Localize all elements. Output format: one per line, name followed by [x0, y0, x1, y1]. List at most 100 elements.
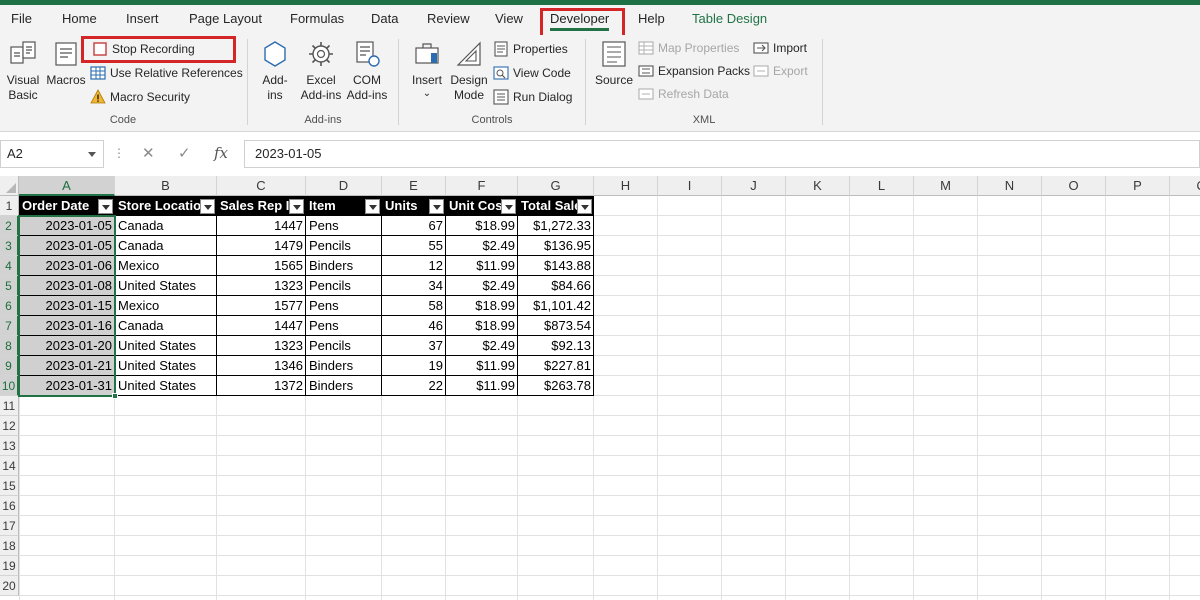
view-code-button[interactable]: View Code: [493, 63, 571, 83]
table-cell[interactable]: $873.54: [518, 316, 594, 336]
row-header-18[interactable]: 18: [0, 536, 19, 556]
xml-import-button[interactable]: Import: [753, 38, 807, 58]
table-cell[interactable]: $11.99: [446, 256, 518, 276]
column-header-l[interactable]: L: [850, 176, 914, 196]
table-cell[interactable]: 55: [382, 236, 446, 256]
table-cell[interactable]: 2023-01-20: [19, 336, 115, 356]
tab-formulas[interactable]: Formulas: [290, 5, 344, 35]
column-header-m[interactable]: M: [914, 176, 978, 196]
filter-dropdown-icon[interactable]: [501, 199, 516, 214]
table-cell[interactable]: Canada: [115, 236, 217, 256]
macro-security-button[interactable]: Macro Security: [90, 87, 190, 107]
name-box[interactable]: A2: [0, 140, 104, 168]
run-dialog-button[interactable]: Run Dialog: [493, 87, 572, 107]
add-ins-button[interactable]: Add- ins: [256, 39, 294, 103]
com-add-ins-button[interactable]: COM Add-ins: [345, 39, 389, 103]
enter-icon[interactable]: ✓: [178, 144, 191, 162]
row-header-5[interactable]: 5: [0, 276, 19, 296]
table-cell[interactable]: Pencils: [306, 276, 382, 296]
macros-button[interactable]: Macros: [45, 39, 87, 88]
table-cell[interactable]: Pencils: [306, 236, 382, 256]
column-header-c[interactable]: C: [217, 176, 306, 196]
filter-dropdown-icon[interactable]: [98, 199, 113, 214]
column-header-e[interactable]: E: [382, 176, 446, 196]
table-cell[interactable]: $143.88: [518, 256, 594, 276]
row-header-13[interactable]: 13: [0, 436, 19, 456]
table-cell[interactable]: $227.81: [518, 356, 594, 376]
table-cell[interactable]: Pens: [306, 216, 382, 236]
table-cell[interactable]: 2023-01-08: [19, 276, 115, 296]
column-header-g[interactable]: G: [518, 176, 594, 196]
map-properties-button[interactable]: Map Properties: [638, 38, 739, 58]
column-header-b[interactable]: B: [115, 176, 217, 196]
filter-dropdown-icon[interactable]: [577, 199, 592, 214]
tab-review[interactable]: Review: [427, 5, 470, 35]
insert-control-button[interactable]: Insert ⌄: [408, 39, 446, 100]
filter-dropdown-icon[interactable]: [200, 199, 215, 214]
table-cell[interactable]: 37: [382, 336, 446, 356]
table-cell[interactable]: $18.99: [446, 216, 518, 236]
table-cell[interactable]: Binders: [306, 376, 382, 396]
table-cell[interactable]: Canada: [115, 216, 217, 236]
table-cell[interactable]: $136.95: [518, 236, 594, 256]
table-cell[interactable]: United States: [115, 376, 217, 396]
tab-file[interactable]: File: [11, 5, 32, 35]
table-cell[interactable]: 2023-01-31: [19, 376, 115, 396]
table-cell[interactable]: $18.99: [446, 316, 518, 336]
insert-function-icon[interactable]: fx: [214, 144, 228, 162]
table-cell[interactable]: Pencils: [306, 336, 382, 356]
table-cell[interactable]: Pens: [306, 316, 382, 336]
row-header-16[interactable]: 16: [0, 496, 19, 516]
table-cell[interactable]: $92.13: [518, 336, 594, 356]
table-cell[interactable]: United States: [115, 336, 217, 356]
column-header-f[interactable]: F: [446, 176, 518, 196]
row-header-17[interactable]: 17: [0, 516, 19, 536]
refresh-data-button[interactable]: Refresh Data: [638, 84, 729, 104]
table-cell[interactable]: 1479: [217, 236, 306, 256]
row-header-3[interactable]: 3: [0, 236, 19, 256]
column-header-n[interactable]: N: [978, 176, 1042, 196]
table-cell[interactable]: 2023-01-06: [19, 256, 115, 276]
table-cell[interactable]: Binders: [306, 356, 382, 376]
table-cell[interactable]: Mexico: [115, 296, 217, 316]
tab-developer[interactable]: Developer: [550, 5, 610, 35]
use-relative-references-button[interactable]: Use Relative References: [90, 63, 243, 83]
row-header-20[interactable]: 20: [0, 576, 19, 596]
table-cell[interactable]: 2023-01-15: [19, 296, 115, 316]
table-cell[interactable]: 22: [382, 376, 446, 396]
table-cell[interactable]: $1,101.42: [518, 296, 594, 316]
tab-view[interactable]: View: [495, 5, 523, 35]
row-header-7[interactable]: 7: [0, 316, 19, 336]
table-cell[interactable]: 2023-01-05: [19, 236, 115, 256]
xml-source-button[interactable]: Source: [594, 39, 634, 88]
table-cell[interactable]: Canada: [115, 316, 217, 336]
tab-page-layout[interactable]: Page Layout: [189, 5, 262, 35]
table-cell[interactable]: $263.78: [518, 376, 594, 396]
tab-home[interactable]: Home: [62, 5, 97, 35]
column-header-o[interactable]: O: [1042, 176, 1106, 196]
row-header-10[interactable]: 10: [0, 376, 19, 396]
visual-basic-button[interactable]: Visual Basic: [5, 39, 41, 103]
properties-button[interactable]: Properties: [493, 39, 568, 59]
table-cell[interactable]: $2.49: [446, 336, 518, 356]
table-cell[interactable]: 67: [382, 216, 446, 236]
table-cell[interactable]: $11.99: [446, 376, 518, 396]
table-cell[interactable]: United States: [115, 276, 217, 296]
filter-dropdown-icon[interactable]: [365, 199, 380, 214]
row-header-1[interactable]: 1: [0, 196, 19, 216]
tab-insert[interactable]: Insert: [126, 5, 159, 35]
fill-handle[interactable]: [112, 393, 118, 399]
table-cell[interactable]: 1323: [217, 336, 306, 356]
row-header-15[interactable]: 15: [0, 476, 19, 496]
table-cell[interactable]: Pens: [306, 296, 382, 316]
column-header-q[interactable]: Q: [1170, 176, 1200, 196]
row-header-4[interactable]: 4: [0, 256, 19, 276]
table-cell[interactable]: $18.99: [446, 296, 518, 316]
filter-dropdown-icon[interactable]: [429, 199, 444, 214]
stop-recording-button[interactable]: Stop Recording: [92, 39, 195, 59]
table-cell[interactable]: 1323: [217, 276, 306, 296]
row-header-6[interactable]: 6: [0, 296, 19, 316]
table-cell[interactable]: 34: [382, 276, 446, 296]
table-cell[interactable]: 2023-01-21: [19, 356, 115, 376]
table-cell[interactable]: $2.49: [446, 236, 518, 256]
